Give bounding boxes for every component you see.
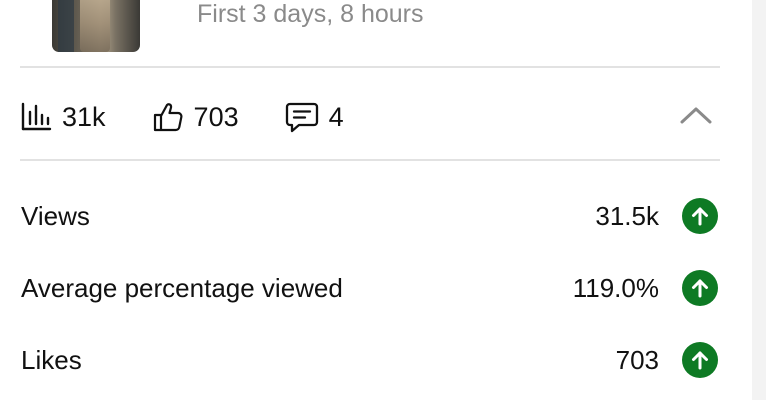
time-period-label: First 3 days, 8 hours — [197, 0, 424, 28]
video-analytics-card: First 3 days, 8 hours 31k 703 4 Views 31… — [0, 0, 766, 400]
arrow-up-circle-icon — [682, 342, 718, 378]
metric-label: Views — [21, 201, 90, 231]
thumbs-up-icon — [152, 101, 184, 133]
metric-value: 31.5k — [595, 201, 659, 231]
video-thumbnail[interactable] — [52, 0, 140, 52]
metric-value: 703 — [615, 345, 659, 375]
likes-stat: 703 — [152, 101, 239, 133]
metric-row-average-percentage-viewed[interactable]: Average percentage viewed 119.0% — [20, 267, 720, 311]
scroll-gutter — [752, 0, 766, 400]
comments-stat: 4 — [285, 101, 344, 133]
likes-count: 703 — [193, 101, 239, 132]
bar-chart-icon — [20, 102, 52, 132]
divider — [20, 66, 720, 68]
metric-row-views[interactable]: Views 31.5k — [20, 195, 720, 239]
stats-summary: 31k 703 4 — [20, 95, 390, 139]
metric-label: Likes — [21, 345, 82, 375]
collapse-button[interactable] — [676, 100, 716, 134]
comment-icon — [285, 101, 319, 133]
thumbnail-door — [58, 0, 74, 52]
comments-count: 4 — [328, 101, 344, 132]
chevron-up-icon — [679, 105, 713, 130]
metric-row-likes[interactable]: Likes 703 — [20, 339, 720, 383]
arrow-up-circle-icon — [682, 270, 718, 306]
divider — [20, 159, 720, 161]
views-stat: 31k — [20, 102, 106, 133]
views-count: 31k — [62, 101, 106, 132]
metric-value: 119.0% — [572, 273, 659, 303]
metric-label: Average percentage viewed — [21, 273, 343, 303]
arrow-up-circle-icon — [682, 198, 718, 234]
thumbnail-figure — [80, 0, 110, 52]
